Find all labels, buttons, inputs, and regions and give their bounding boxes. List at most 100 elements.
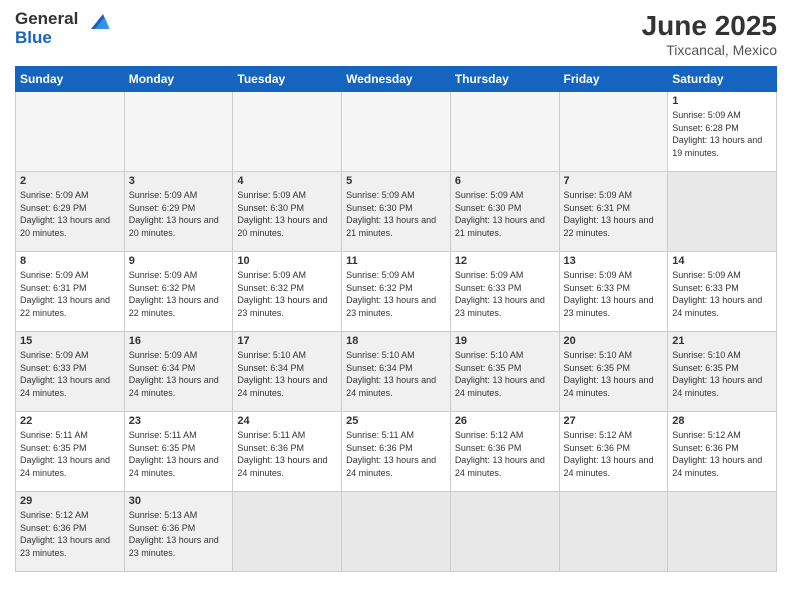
calendar-cell: 28 Sunrise: 5:12 AMSunset: 6:36 PMDayligh… [668,412,777,492]
calendar-cell: 3 Sunrise: 5:09 AMSunset: 6:29 PMDaylight… [124,172,233,252]
day-info: Sunrise: 5:09 AMSunset: 6:32 PMDaylight:… [237,269,337,319]
day-info: Sunrise: 5:13 AMSunset: 6:36 PMDaylight:… [129,509,229,559]
day-number: 20 [564,335,664,347]
calendar-cell [233,492,342,572]
calendar-week-row: 1 Sunrise: 5:09 AMSunset: 6:28 PMDaylight… [16,92,777,172]
location: Tixcancal, Mexico [642,42,777,58]
day-info: Sunrise: 5:11 AMSunset: 6:35 PMDaylight:… [129,429,229,479]
day-number: 8 [20,255,120,267]
calendar-week-row: 29Sunrise: 5:12 AMSunset: 6:36 PMDayligh… [16,492,777,572]
day-number: 30 [129,495,229,507]
day-info: Sunrise: 5:09 AMSunset: 6:34 PMDaylight:… [129,349,229,399]
day-info: Sunrise: 5:10 AMSunset: 6:34 PMDaylight:… [346,349,446,399]
logo-general: General [15,9,78,28]
day-number: 7 [564,175,664,187]
day-header-saturday: Saturday [668,67,777,92]
day-number: 12 [455,255,555,267]
day-info: Sunrise: 5:12 AMSunset: 6:36 PMDaylight:… [672,429,772,479]
day-number: 9 [129,255,229,267]
day-header-monday: Monday [124,67,233,92]
calendar-cell: 2Sunrise: 5:09 AMSunset: 6:29 PMDaylight… [16,172,125,252]
calendar-cell [342,492,451,572]
day-number: 2 [20,175,120,187]
day-info: Sunrise: 5:10 AMSunset: 6:34 PMDaylight:… [237,349,337,399]
day-number: 26 [455,415,555,427]
day-header-friday: Friday [559,67,668,92]
day-info: Sunrise: 5:10 AMSunset: 6:35 PMDaylight:… [672,349,772,399]
day-number: 22 [20,415,120,427]
day-header-sunday: Sunday [16,67,125,92]
calendar-cell: 16 Sunrise: 5:09 AMSunset: 6:34 PMDayligh… [124,332,233,412]
calendar-cell: 1 Sunrise: 5:09 AMSunset: 6:28 PMDaylight… [668,92,777,172]
page: General Blue June 2025 Tixcancal, Mexico… [0,0,792,612]
day-info: Sunrise: 5:11 AMSunset: 6:35 PMDaylight:… [20,429,120,479]
day-info: Sunrise: 5:12 AMSunset: 6:36 PMDaylight:… [455,429,555,479]
calendar-cell: 24Sunrise: 5:11 AMSunset: 6:36 PMDayligh… [233,412,342,492]
calendar-cell: 10 Sunrise: 5:09 AMSunset: 6:32 PMDayligh… [233,252,342,332]
day-number: 1 [672,95,772,107]
day-info: Sunrise: 5:09 AMSunset: 6:33 PMDaylight:… [20,349,120,399]
calendar-cell [559,92,668,172]
calendar-cell: 18 Sunrise: 5:10 AMSunset: 6:34 PMDayligh… [342,332,451,412]
calendar-cell: 27 Sunrise: 5:12 AMSunset: 6:36 PMDayligh… [559,412,668,492]
calendar-cell: 26 Sunrise: 5:12 AMSunset: 6:36 PMDayligh… [450,412,559,492]
day-number: 25 [346,415,446,427]
calendar-cell [124,92,233,172]
calendar-cell [450,92,559,172]
day-number: 18 [346,335,446,347]
logo-text: General Blue [15,10,78,47]
calendar-cell: 30 Sunrise: 5:13 AMSunset: 6:36 PMDayligh… [124,492,233,572]
month-year: June 2025 [642,10,777,42]
calendar-week-row: 2 Sunrise: 5:09 AMSunset: 6:29 PMDaylight… [16,172,777,252]
header: General Blue June 2025 Tixcancal, Mexico [15,10,777,58]
day-number: 29 [20,495,120,507]
calendar-cell: 17 Sunrise: 5:10 AMSunset: 6:34 PMDayligh… [233,332,342,412]
calendar-cell: 4Sunrise: 5:09 AMSunset: 6:30 PMDaylight… [233,172,342,252]
day-number: 10 [237,255,337,267]
day-number: 13 [564,255,664,267]
day-number: 11 [346,255,446,267]
day-number: 4 [237,175,337,187]
calendar-cell [668,172,777,252]
day-number: 19 [455,335,555,347]
day-header-thursday: Thursday [450,67,559,92]
day-number: 15 [20,335,120,347]
calendar-week-row: 22 Sunrise: 5:11 AMSunset: 6:35 PMDayligh… [16,412,777,492]
calendar-cell: 29Sunrise: 5:12 AMSunset: 6:36 PMDayligh… [16,492,125,572]
logo-blue: Blue [15,28,52,47]
day-info: Sunrise: 5:09 AMSunset: 6:28 PMDaylight:… [672,109,772,159]
logo-icon [81,9,111,39]
calendar-week-row: 8 Sunrise: 5:09 AMSunset: 6:31 PMDaylight… [16,252,777,332]
day-number: 5 [346,175,446,187]
day-info: Sunrise: 5:09 AMSunset: 6:30 PMDaylight:… [346,189,446,239]
calendar-cell [16,92,125,172]
day-number: 27 [564,415,664,427]
calendar-cell: 20Sunrise: 5:10 AMSunset: 6:35 PMDayligh… [559,332,668,412]
calendar-cell: 15 Sunrise: 5:09 AMSunset: 6:33 PMDayligh… [16,332,125,412]
day-info: Sunrise: 5:11 AMSunset: 6:36 PMDaylight:… [346,429,446,479]
day-header-wednesday: Wednesday [342,67,451,92]
calendar-cell [233,92,342,172]
day-info: Sunrise: 5:12 AMSunset: 6:36 PMDaylight:… [564,429,664,479]
calendar-cell: 14Sunrise: 5:09 AMSunset: 6:33 PMDayligh… [668,252,777,332]
day-info: Sunrise: 5:09 AMSunset: 6:31 PMDaylight:… [20,269,120,319]
day-number: 23 [129,415,229,427]
calendar-cell: 6Sunrise: 5:09 AMSunset: 6:30 PMDaylight… [450,172,559,252]
calendar-week-row: 15 Sunrise: 5:09 AMSunset: 6:33 PMDayligh… [16,332,777,412]
calendar-cell: 13 Sunrise: 5:09 AMSunset: 6:33 PMDayligh… [559,252,668,332]
day-number: 28 [672,415,772,427]
day-info: Sunrise: 5:09 AMSunset: 6:32 PMDaylight:… [129,269,229,319]
calendar-cell: 9 Sunrise: 5:09 AMSunset: 6:32 PMDaylight… [124,252,233,332]
calendar-cell [559,492,668,572]
calendar-cell: 21 Sunrise: 5:10 AMSunset: 6:35 PMDayligh… [668,332,777,412]
day-number: 3 [129,175,229,187]
calendar-cell: 23 Sunrise: 5:11 AMSunset: 6:35 PMDayligh… [124,412,233,492]
day-info: Sunrise: 5:09 AMSunset: 6:29 PMDaylight:… [129,189,229,239]
day-number: 17 [237,335,337,347]
calendar-cell: 22 Sunrise: 5:11 AMSunset: 6:35 PMDayligh… [16,412,125,492]
day-number: 6 [455,175,555,187]
day-info: Sunrise: 5:09 AMSunset: 6:33 PMDaylight:… [564,269,664,319]
day-number: 16 [129,335,229,347]
calendar-cell: 8 Sunrise: 5:09 AMSunset: 6:31 PMDaylight… [16,252,125,332]
day-number: 21 [672,335,772,347]
